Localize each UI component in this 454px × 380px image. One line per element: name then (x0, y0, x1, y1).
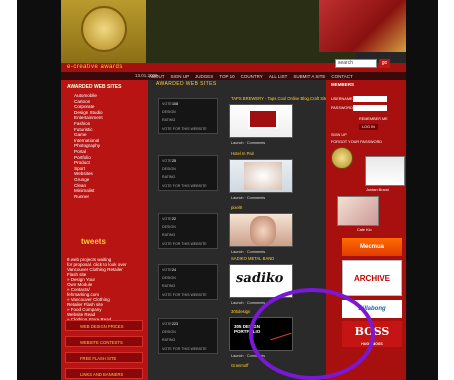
vote-count: 223 (172, 322, 178, 326)
label[interactable]: VOTE FOR THIS WEBSITE (162, 242, 207, 246)
nav-judges[interactable]: judges (195, 74, 213, 79)
sign-up-link[interactable]: SIGN UP (331, 133, 347, 137)
label: DESIGN (162, 110, 176, 114)
entry-thumbnail[interactable] (229, 213, 293, 247)
vote-box: VOTE 25 DESIGN RATING VOTE FOR THIS WEBS… (158, 155, 218, 191)
winner-name[interactable]: Cafe Klo (357, 228, 372, 232)
label[interactable]: VOTE FOR THIS WEBSITE (162, 184, 207, 188)
nav-contact[interactable]: contact (331, 74, 352, 79)
label: RATING (162, 175, 176, 179)
thumbnail-logo-text: sadiko (234, 271, 285, 286)
main-nav: about sign up judges top 10 country all … (149, 72, 353, 80)
entry-thumbnail[interactable] (229, 159, 293, 193)
web-design-prices-button[interactable]: WEB DESIGN PRICES (65, 320, 143, 331)
launch-link[interactable]: Launch · Comments (231, 301, 265, 305)
section-title: AWARDED WEB SITES (156, 81, 217, 87)
site-title: e-creative awards (67, 64, 123, 70)
website-contests-button[interactable]: WEBSITE CONTESTS (65, 336, 143, 347)
vote-count: 108 (172, 102, 178, 106)
header-image (319, 0, 406, 52)
entry-title[interactable]: Hotel In Pair (231, 151, 254, 156)
website: e-creative awards search go 13.01.2009 a… (61, 0, 406, 380)
nav-about[interactable]: about (149, 74, 165, 79)
entry-thumbnail[interactable] (229, 104, 293, 138)
nav-sign-up[interactable]: sign up (171, 74, 190, 79)
winner-thumbnail[interactable] (337, 196, 379, 226)
label: RATING (162, 118, 176, 122)
launch-link[interactable]: Launch · Comments (231, 250, 265, 254)
tweets-heading: tweets (81, 237, 106, 246)
label[interactable]: VOTE FOR THIS WEBSITE (162, 347, 207, 351)
label: RATING (162, 338, 176, 342)
logo-seal-icon[interactable] (81, 6, 127, 52)
username-label: USERNAME (331, 97, 353, 101)
label: VOTE (162, 102, 172, 106)
highlight-circle (249, 288, 375, 380)
forgot-password-link[interactable]: FORGOT YOUR PASSWORD (331, 140, 382, 144)
label: RATING (162, 284, 176, 288)
links-banners-button[interactable]: LINKS AND BANNERS (65, 368, 143, 379)
category-list: Automobile Cartoon Corporate Design Stud… (74, 93, 103, 199)
search-input[interactable]: search (335, 59, 377, 68)
button-label: FREE FLASH SITE (80, 356, 117, 361)
label: DESIGN (162, 225, 176, 229)
username-field[interactable] (353, 96, 387, 102)
nav-all-list[interactable]: all list (269, 74, 288, 79)
label: RATING (162, 233, 176, 237)
button-label: WEBSITE CONTESTS (80, 340, 123, 345)
vote-count: 25 (172, 159, 176, 163)
label: VOTE (162, 159, 172, 163)
label: DESIGN (162, 167, 176, 171)
vote-box: VOTE 24 DESIGN RATING VOTE FOR THIS WEBS… (158, 264, 218, 300)
thumbnail-art (250, 216, 276, 246)
remember-me-checkbox[interactable]: REMEMBER ME (359, 117, 388, 121)
button-label: LINKS AND BANNERS (80, 372, 124, 377)
nav-country[interactable]: country (241, 74, 263, 79)
mecmua-ad[interactable]: Mecmua (342, 238, 402, 256)
entry-title[interactable]: SADIKO METAL BAND (231, 256, 274, 261)
nav-top10[interactable]: top 10 (219, 74, 234, 79)
archive-ad[interactable]: ARCHIVE (342, 260, 402, 296)
launch-link[interactable]: Launch · Comments (231, 196, 265, 200)
entry-title[interactable]: TAPS BREWERY - Taps Cool Online Blog,Cra… (231, 96, 328, 101)
winner-thumbnail[interactable] (365, 156, 405, 186)
vote-box: VOTE 223 DESIGN RATING VOTE FOR THIS WEB… (158, 318, 218, 354)
search-button[interactable]: go (379, 59, 390, 68)
vote-box: VOTE 108 DESIGN RATING VOTE FOR THIS WEB… (158, 98, 218, 134)
thumbnail-art (248, 109, 278, 129)
entry-title[interactable]: Granmoff (231, 363, 248, 368)
label: DESIGN (162, 276, 176, 280)
page-background: e-creative awards search go 13.01.2009 a… (17, 0, 438, 380)
vote-count: 22 (172, 217, 176, 221)
thumbnail-art (244, 162, 282, 190)
nav-submit[interactable]: submit a site (293, 74, 325, 79)
vote-box: VOTE 22 DESIGN RATING VOTE FOR THIS WEBS… (158, 213, 218, 249)
label[interactable]: VOTE FOR THIS WEBSITE (162, 127, 207, 131)
members-heading: MEMBERS (331, 82, 355, 87)
password-field[interactable] (353, 105, 387, 111)
button-label: WEB DESIGN PRICES (80, 324, 124, 329)
entry-title[interactable]: pixel8 (231, 205, 242, 210)
label: VOTE (162, 268, 172, 272)
label[interactable]: VOTE FOR THIS WEBSITE (162, 293, 207, 297)
entry-title[interactable]: 305design (231, 309, 250, 314)
vote-count: 24 (172, 268, 176, 272)
label: VOTE (162, 322, 172, 326)
label: DESIGN (162, 330, 176, 334)
categories-heading: AWARDED WEB SITES (67, 84, 122, 90)
label: VOTE (162, 217, 172, 221)
launch-link[interactable]: Launch · Comments (231, 141, 265, 145)
winner-name[interactable]: Jordan Brand (366, 188, 389, 192)
password-label: PASSWORD (331, 106, 353, 110)
login-button[interactable]: LOG IN (359, 124, 378, 130)
category-item[interactable]: Runner (74, 194, 103, 200)
free-flash-site-button[interactable]: FREE FLASH SITE (65, 352, 143, 363)
award-badge-icon (331, 147, 353, 169)
screenshot-frame: e-creative awards search go 13.01.2009 a… (0, 0, 454, 380)
